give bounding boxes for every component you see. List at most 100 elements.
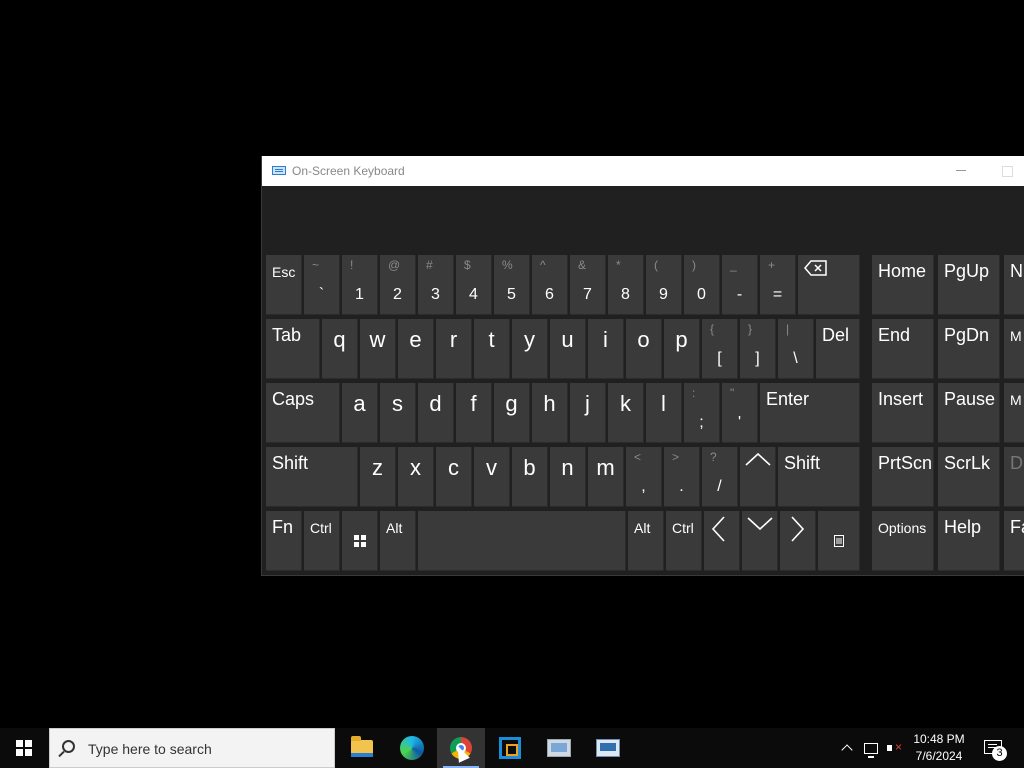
key-slash[interactable]: ? / xyxy=(702,447,738,507)
key-left-bracket[interactable]: {[ xyxy=(702,319,738,379)
key-q[interactable]: q xyxy=(322,319,358,379)
key-ctrl-left[interactable]: Ctrl xyxy=(304,511,340,571)
key-e[interactable]: e xyxy=(398,319,434,379)
show-hidden-icons-button[interactable] xyxy=(838,728,856,768)
key-windows[interactable] xyxy=(342,511,378,571)
key-partial-row2[interactable]: M xyxy=(1004,319,1024,379)
taskbar-file-explorer[interactable] xyxy=(338,728,386,768)
key-8[interactable]: * 8 xyxy=(608,255,644,315)
key-a[interactable]: a xyxy=(342,383,378,443)
key-tab[interactable]: Tab xyxy=(266,319,320,379)
key-equals[interactable]: + = xyxy=(760,255,796,315)
key-nav[interactable]: N xyxy=(1004,255,1024,315)
key-r[interactable]: r xyxy=(436,319,472,379)
key-prtscn[interactable]: PrtScn xyxy=(872,447,934,507)
key-k[interactable]: k xyxy=(608,383,644,443)
key-arrow-up[interactable] xyxy=(740,447,776,507)
key-shift-left[interactable]: Shift xyxy=(266,447,358,507)
key-s[interactable]: s xyxy=(380,383,416,443)
key-pgdn[interactable]: PgDn xyxy=(938,319,1000,379)
taskbar-search-box[interactable]: Type here to search xyxy=(49,728,335,768)
key-end[interactable]: End xyxy=(872,319,934,379)
key-x[interactable]: x xyxy=(398,447,434,507)
key-minus[interactable]: _ - xyxy=(722,255,758,315)
key-backtick[interactable]: ~ ` xyxy=(304,255,340,315)
key-7[interactable]: & 7 xyxy=(570,255,606,315)
key-partial-row3[interactable]: M xyxy=(1004,383,1024,443)
key-semicolon[interactable]: :; xyxy=(684,383,720,443)
key-scrlk[interactable]: ScrLk xyxy=(938,447,1000,507)
key-5[interactable]: % 5 xyxy=(494,255,530,315)
key-0[interactable]: ) 0 xyxy=(684,255,720,315)
key-home[interactable]: Home xyxy=(872,255,934,315)
key-pgup[interactable]: PgUp xyxy=(938,255,1000,315)
key-partial-row4[interactable]: D xyxy=(1004,447,1024,507)
key-partial-row5[interactable]: Fa xyxy=(1004,511,1024,571)
key-del[interactable]: Del xyxy=(816,319,860,379)
key-quote[interactable]: " ' xyxy=(722,383,758,443)
key-arrow-right[interactable] xyxy=(780,511,816,571)
key-label: Ctrl xyxy=(310,520,332,536)
key-4[interactable]: $4 xyxy=(456,255,492,315)
key-esc[interactable]: Esc xyxy=(266,255,302,315)
key-b[interactable]: b xyxy=(512,447,548,507)
key-w[interactable]: w xyxy=(360,319,396,379)
key-right-bracket[interactable]: }] xyxy=(740,319,776,379)
key-h[interactable]: h xyxy=(532,383,568,443)
key-caps[interactable]: Caps xyxy=(266,383,340,443)
key-space[interactable] xyxy=(418,511,626,571)
key-shift-right[interactable]: Shift xyxy=(778,447,860,507)
key-y[interactable]: y xyxy=(512,319,548,379)
key-alt-left[interactable]: Alt xyxy=(380,511,416,571)
key-backspace[interactable] xyxy=(798,255,860,315)
key-6[interactable]: ^ 6 xyxy=(532,255,568,315)
key-c[interactable]: c xyxy=(436,447,472,507)
key-label: m xyxy=(596,455,615,480)
key-pause[interactable]: Pause xyxy=(938,383,1000,443)
key-u[interactable]: u xyxy=(550,319,586,379)
key-1[interactable]: ! 1 xyxy=(342,255,378,315)
key-arrow-down[interactable] xyxy=(742,511,778,571)
key-t[interactable]: t xyxy=(474,319,510,379)
taskbar-edge[interactable] xyxy=(388,728,436,768)
key-label: Alt xyxy=(386,520,403,536)
key-arrow-left[interactable] xyxy=(704,511,740,571)
key-backslash[interactable]: | \ xyxy=(778,319,814,379)
key-9[interactable]: (9 xyxy=(646,255,682,315)
taskbar-virtualbox[interactable] xyxy=(486,728,534,768)
key-insert[interactable]: Insert xyxy=(872,383,934,443)
key-alt-right[interactable]: Alt xyxy=(628,511,664,571)
key-comma[interactable]: <, xyxy=(626,447,662,507)
key-i[interactable]: i xyxy=(588,319,624,379)
key-n[interactable]: n xyxy=(550,447,586,507)
key-enter[interactable]: Enter xyxy=(760,383,860,443)
key-help[interactable]: Help xyxy=(938,511,1000,571)
key-menu[interactable] xyxy=(818,511,860,571)
key-2[interactable]: @2 xyxy=(380,255,416,315)
taskbar-clock[interactable]: 10:48 PM 7/6/2024 xyxy=(903,731,975,765)
key-label: z xyxy=(372,455,383,480)
key-p[interactable]: p xyxy=(664,319,700,379)
key-fn[interactable]: Fn xyxy=(266,511,302,571)
taskbar-network-app[interactable] xyxy=(584,728,632,768)
key-g[interactable]: g xyxy=(494,383,530,443)
minimize-button[interactable] xyxy=(944,156,980,186)
key-ctrl-right[interactable]: Ctrl xyxy=(666,511,702,571)
network-status-button[interactable] xyxy=(860,728,882,768)
key-m[interactable]: m xyxy=(588,447,624,507)
key-period[interactable]: >. xyxy=(664,447,700,507)
taskbar-remote-desktop[interactable] xyxy=(535,728,583,768)
key-options[interactable]: Options xyxy=(872,511,934,571)
key-l[interactable]: l xyxy=(646,383,682,443)
action-center-button[interactable]: 3 xyxy=(980,728,1024,768)
key-o[interactable]: o xyxy=(626,319,662,379)
key-j[interactable]: j xyxy=(570,383,606,443)
key-f[interactable]: f xyxy=(456,383,492,443)
maximize-button[interactable] xyxy=(990,156,1024,186)
key-z[interactable]: z xyxy=(360,447,396,507)
start-button[interactable] xyxy=(0,728,48,768)
title-bar[interactable]: On-Screen Keyboard xyxy=(262,156,1024,186)
key-3[interactable]: #3 xyxy=(418,255,454,315)
key-v[interactable]: v xyxy=(474,447,510,507)
key-d[interactable]: d xyxy=(418,383,454,443)
